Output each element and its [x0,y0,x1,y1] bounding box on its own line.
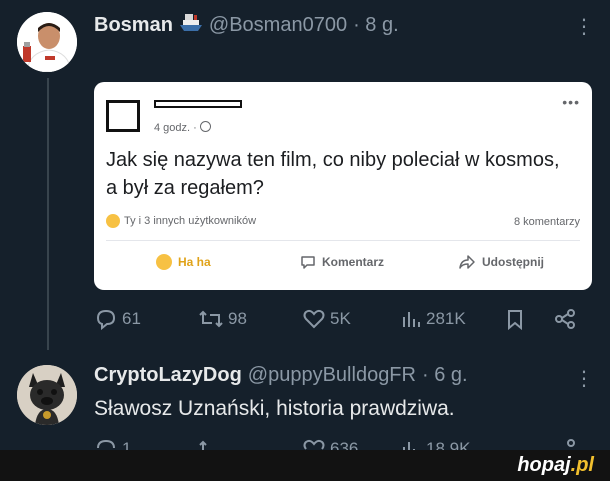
like-button[interactable]: 5K [302,308,351,330]
retweet-button[interactable]: 98 [198,308,247,330]
tweet1-time[interactable]: · 8 g. [353,14,399,37]
views-chart-icon [403,312,420,327]
post-author-avatar-placeholder [106,100,140,132]
bulldog-avatar-image [17,365,77,425]
tweet1-header: Bosman @Bosman0700 · 8 g. [94,12,399,39]
post-time: 4 godz. · [154,121,211,134]
cryptolazydog-avatar[interactable] [17,365,77,425]
post-more-icon[interactable]: ••• [562,94,580,110]
tweet2-time[interactable]: · 6 g. [422,364,468,387]
bookmark-icon [508,310,522,330]
tweet1-display-name[interactable]: Bosman [94,14,173,37]
share-arrow-icon [459,255,475,269]
haha-button-label: Ha ha [178,255,211,269]
comment-bubble-icon [301,256,315,269]
retweet-icon [199,310,223,328]
post-reactions-text: Ty i 3 innych użytkowników [124,215,257,227]
haha-button[interactable]: Ha ha [156,254,211,270]
post-comments-count[interactable]: 8 komentarzy [514,216,580,228]
comment-button[interactable]: Komentarz [300,254,384,270]
share-icon [555,309,575,329]
bosman-avatar-image [17,12,77,72]
bosman-avatar[interactable] [17,12,77,72]
post-text: Jak się nazywa ten film, co niby polecia… [106,149,560,199]
haha-emoji-icon [106,214,120,228]
tweet1-handle[interactable]: @Bosman0700 [209,14,347,37]
tweet2-display-name[interactable]: CryptoLazyDog [94,364,242,387]
heart-icon [303,309,325,329]
watermark-bar: hopaj.pl [0,450,610,481]
post-reactions[interactable]: Ty i 3 innych użytkowników [106,214,256,228]
share-tweet-button[interactable] [554,308,576,330]
reply-count: 61 [122,309,141,328]
haha-button-icon [156,254,172,270]
tweet1-actions: 61 98 5K 281K [94,308,584,336]
tweet2-text: Sławosz Uznański, historia prawdziwa. [94,397,455,420]
reply-button[interactable]: 61 [94,308,141,330]
reply-icon [96,309,116,330]
tweet1-more-icon[interactable]: ⋮ [574,14,594,39]
hopaj-logo-tld: .pl [570,454,594,476]
tweet2-handle[interactable]: @puppyBulldogFR [248,364,416,387]
hopaj-logo-text: hopaj [517,454,571,476]
ship-icon [179,12,203,39]
tweet2-header: CryptoLazyDog @puppyBulldogFR · 6 g. [94,364,468,387]
globe-icon [199,121,211,132]
post-time-text: 4 godz. · [154,122,197,134]
post-divider [106,240,580,241]
like-count: 5K [330,309,351,328]
embedded-post-card[interactable]: 4 godz. · ••• Jak się nazywa ten film, c… [94,82,592,290]
views-count: 281K [426,309,466,328]
comment-button-label: Komentarz [322,255,385,269]
tweet2-more-icon[interactable]: ⋮ [574,366,594,391]
hopaj-logo: hopaj.pl [517,454,594,477]
share-button[interactable]: Udostępnij [458,254,544,270]
views-button[interactable]: 281K [400,308,466,330]
post-author-name-redacted [154,100,242,108]
thread-line [47,78,49,350]
bookmark-button[interactable] [504,308,526,330]
share-button-label: Udostępnij [482,255,544,269]
retweet-count: 98 [228,309,247,328]
